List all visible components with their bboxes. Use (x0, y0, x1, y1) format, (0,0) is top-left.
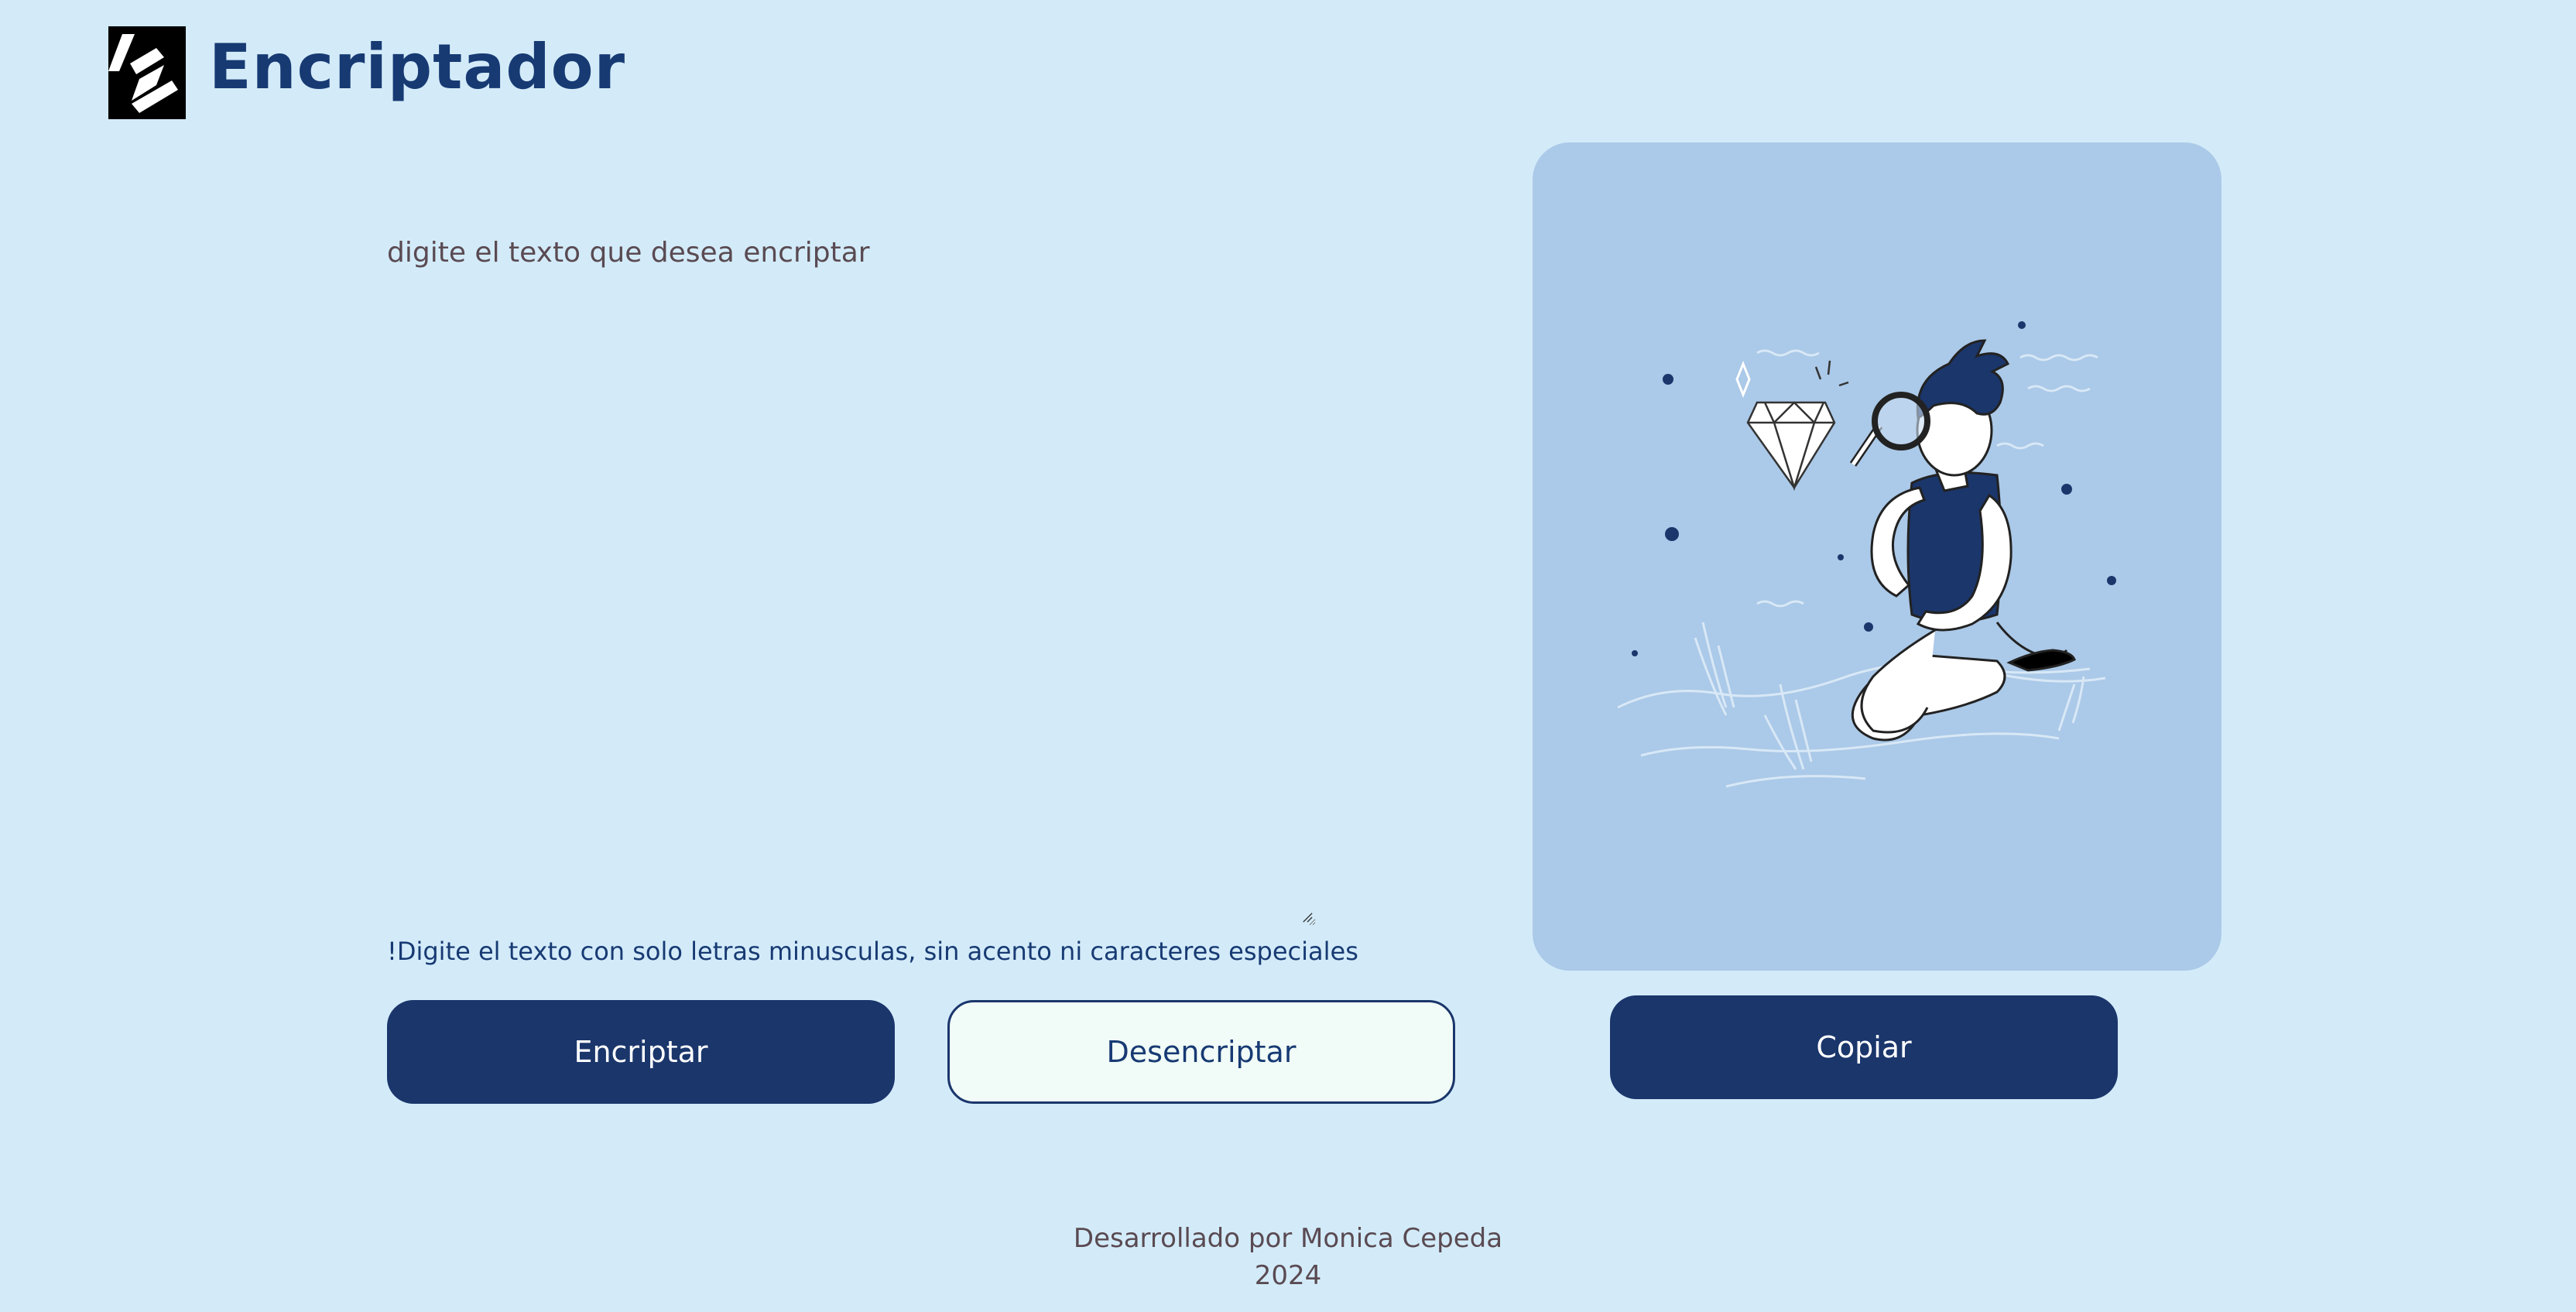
brand-title: Encriptador (209, 31, 626, 103)
text-input[interactable] (387, 237, 1316, 926)
resize-grip-icon[interactable] (1533, 142, 1543, 153)
footer-year: 2024 (1254, 1260, 1322, 1291)
output-panel[interactable] (1533, 142, 2221, 971)
copy-button[interactable]: Copiar (1610, 995, 2118, 1099)
encrypt-button[interactable]: Encriptar (387, 1000, 895, 1104)
person-with-magnifying-glass-illustration (1617, 321, 2116, 788)
input-warning: !Digite el texto con solo letras minuscu… (387, 937, 1358, 966)
textarea-resize-grip-icon[interactable] (1302, 912, 1313, 923)
logo-icon (108, 34, 178, 113)
decrypt-button[interactable]: Desencriptar (947, 1000, 1455, 1104)
logo (108, 26, 186, 119)
footer-credit: Desarrollado por Monica Cepeda (1073, 1223, 1503, 1254)
